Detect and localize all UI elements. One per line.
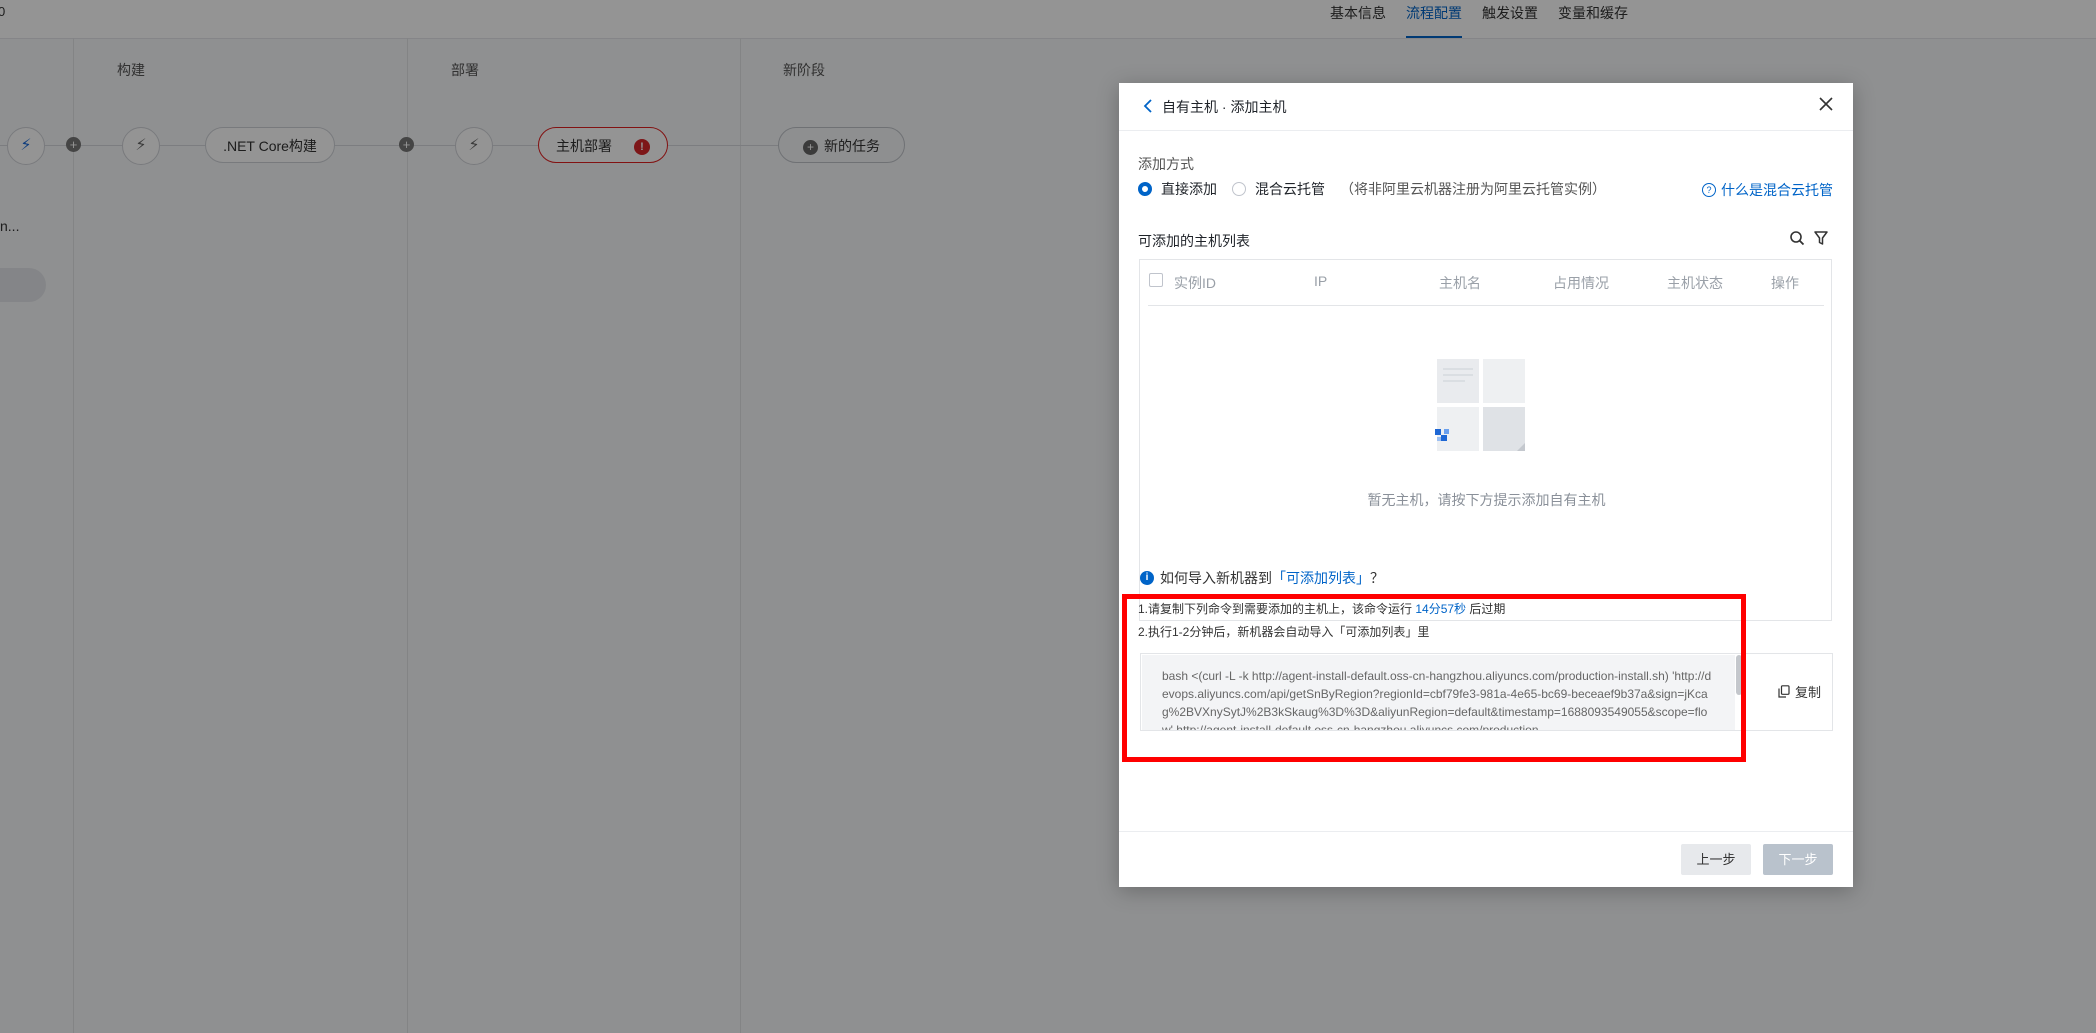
select-all-checkbox[interactable] <box>1149 273 1163 287</box>
add-method-radio-group: 直接添加 混合云托管 （将非阿里云机器注册为阿里云托管实例） <box>1138 179 1606 199</box>
radio-direct-add-label: 直接添加 <box>1161 181 1217 197</box>
close-icon[interactable] <box>1817 95 1835 113</box>
step-1-suffix: 后过期 <box>1469 602 1506 616</box>
column-actions: 操作 <box>1771 275 1799 291</box>
add-method-label: 添加方式 <box>1138 156 1194 172</box>
add-host-dialog: 自有主机 · 添加主机 添加方式 直接添加 混合云托管 （将非阿里云机器注册为阿… <box>1119 83 1853 887</box>
command-scrollbar[interactable] <box>1736 655 1742 695</box>
radio-hybrid-cloud[interactable]: 混合云托管 <box>1232 179 1325 199</box>
step-1-prefix: 1.请复制下列命令到需要添加的主机上，该命令运行 <box>1138 602 1413 616</box>
copy-button[interactable]: 复制 <box>1778 682 1821 701</box>
howto-suffix: ？ <box>1370 570 1384 586</box>
copy-label: 复制 <box>1795 685 1822 700</box>
radio-direct-add[interactable]: 直接添加 <box>1138 179 1217 199</box>
question-icon: ? <box>1702 183 1716 197</box>
empty-state-text: 暂无主机，请按下方提示添加自有主机 <box>1367 492 1606 508</box>
radio-checked-icon[interactable] <box>1138 182 1152 196</box>
hybrid-hint: （将非阿里云机器注册为阿里云托管实例） <box>1340 181 1606 197</box>
radio-hybrid-cloud-label: 混合云托管 <box>1255 181 1325 197</box>
column-instance-id: 实例ID <box>1174 275 1216 291</box>
copy-icon <box>1778 685 1790 698</box>
hybrid-help-label: 什么是混合云托管 <box>1721 182 1833 198</box>
host-table: 实例ID IP 主机名 占用情况 主机状态 操作 暂无主机，请按下方提示添加自有… <box>1139 259 1832 621</box>
empty-state-illustration <box>1435 359 1525 451</box>
hybrid-help-link[interactable]: ? 什么是混合云托管 <box>1702 180 1833 200</box>
info-icon: i <box>1140 571 1154 585</box>
table-header: 实例ID IP 主机名 占用情况 主机状态 操作 <box>1148 260 1824 306</box>
column-hostname: 主机名 <box>1439 275 1481 291</box>
dialog-footer: 上一步 下一步 <box>1119 831 1853 888</box>
column-occupancy: 占用情况 <box>1553 275 1609 291</box>
addable-list-link[interactable]: 「可添加列表」 <box>1272 568 1370 588</box>
filter-icon[interactable] <box>1813 230 1829 246</box>
radio-unchecked-icon[interactable] <box>1232 182 1246 196</box>
host-list-title: 可添加的主机列表 <box>1138 233 1250 249</box>
column-host-status: 主机状态 <box>1667 275 1723 291</box>
install-command-area[interactable]: bash <(curl -L -k http://agent-install-d… <box>1142 655 1735 730</box>
dialog-header: 自有主机 · 添加主机 <box>1119 83 1853 131</box>
column-ip: IP <box>1314 273 1328 289</box>
install-command-text[interactable]: bash <(curl -L -k http://agent-install-d… <box>1162 667 1717 730</box>
dialog-title: 自有主机 · 添加主机 <box>1162 99 1287 115</box>
howto-import: i 如何导入新机器到 「可添加列表」 ？ <box>1140 568 1384 588</box>
howto-prefix: 如何导入新机器到 <box>1160 570 1272 586</box>
next-step-button[interactable]: 下一步 <box>1763 844 1833 875</box>
step-2-text: 2.执行1-2分钟后，新机器会自动导入「可添加列表」里 <box>1138 625 1430 639</box>
install-command-box: bash <(curl -L -k http://agent-install-d… <box>1140 653 1833 731</box>
step-1-text: 1.请复制下列命令到需要添加的主机上，该命令运行 14分57秒 后过期 <box>1138 600 1505 617</box>
search-icon[interactable] <box>1789 230 1805 246</box>
previous-step-button[interactable]: 上一步 <box>1681 844 1751 875</box>
chevron-left-icon[interactable] <box>1141 97 1155 115</box>
expiry-timer: 14分57秒 <box>1415 602 1467 616</box>
